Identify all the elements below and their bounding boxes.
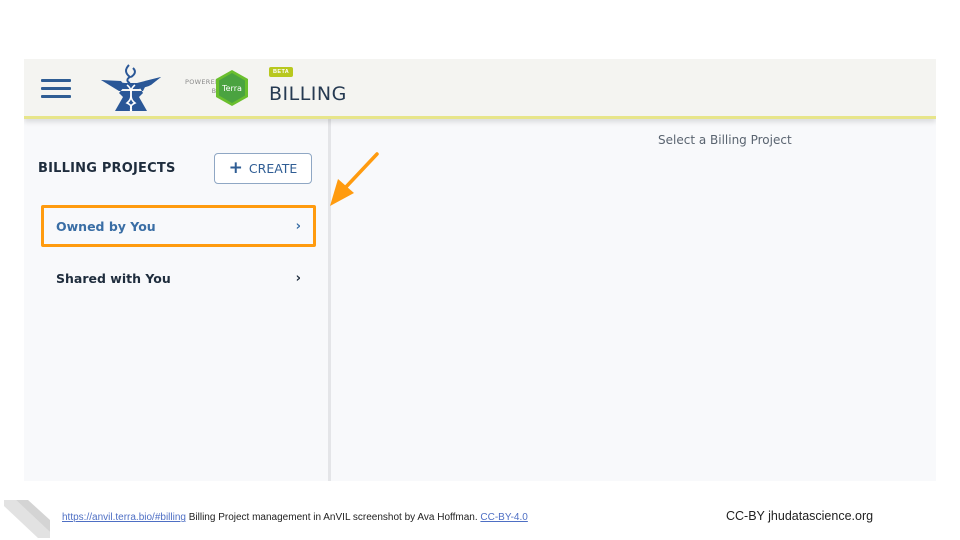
terra-logo-text: Terra [221,84,242,93]
sidebar-item-label: Owned by You [56,218,156,234]
sidebar-item-owned-by-you[interactable]: Owned by You › [41,205,316,247]
chevron-right-icon: › [295,270,301,286]
create-button[interactable]: + CREATE [214,153,312,184]
create-button-label: CREATE [248,161,298,176]
hamburger-icon[interactable] [41,79,71,99]
page-title: BILLING [269,83,347,105]
annotation-arrow-icon [330,152,379,206]
footer-caption: https://anvil.terra.bio/#billing Billing… [62,512,528,523]
sidebar-item-label: Shared with You [56,270,171,286]
plus-icon: + [228,158,243,178]
anvil-logo-icon[interactable] [99,63,163,113]
app-screenshot: POWERED BY Terra BETA BILLING BILLING PR… [24,59,936,481]
caption-text: Billing Project management in AnVIL scre… [185,512,481,523]
empty-state-message: Select a Billing Project [658,133,792,147]
terra-logo-icon: Terra [216,70,248,106]
chevron-right-icon: › [295,218,301,234]
license-link[interactable]: CC-BY-4.0 [480,512,527,523]
sidebar-item-shared-with-you[interactable]: Shared with You › [41,257,316,299]
app-header: POWERED BY Terra BETA BILLING [24,59,936,119]
sidebar-title: BILLING PROJECTS [38,161,176,176]
beta-badge: BETA [269,67,294,77]
jhu-slide-logo-icon [4,500,50,538]
source-link[interactable]: https://anvil.terra.bio/#billing [62,512,186,523]
credit-text: CC-BY jhudatascience.org [726,509,874,523]
